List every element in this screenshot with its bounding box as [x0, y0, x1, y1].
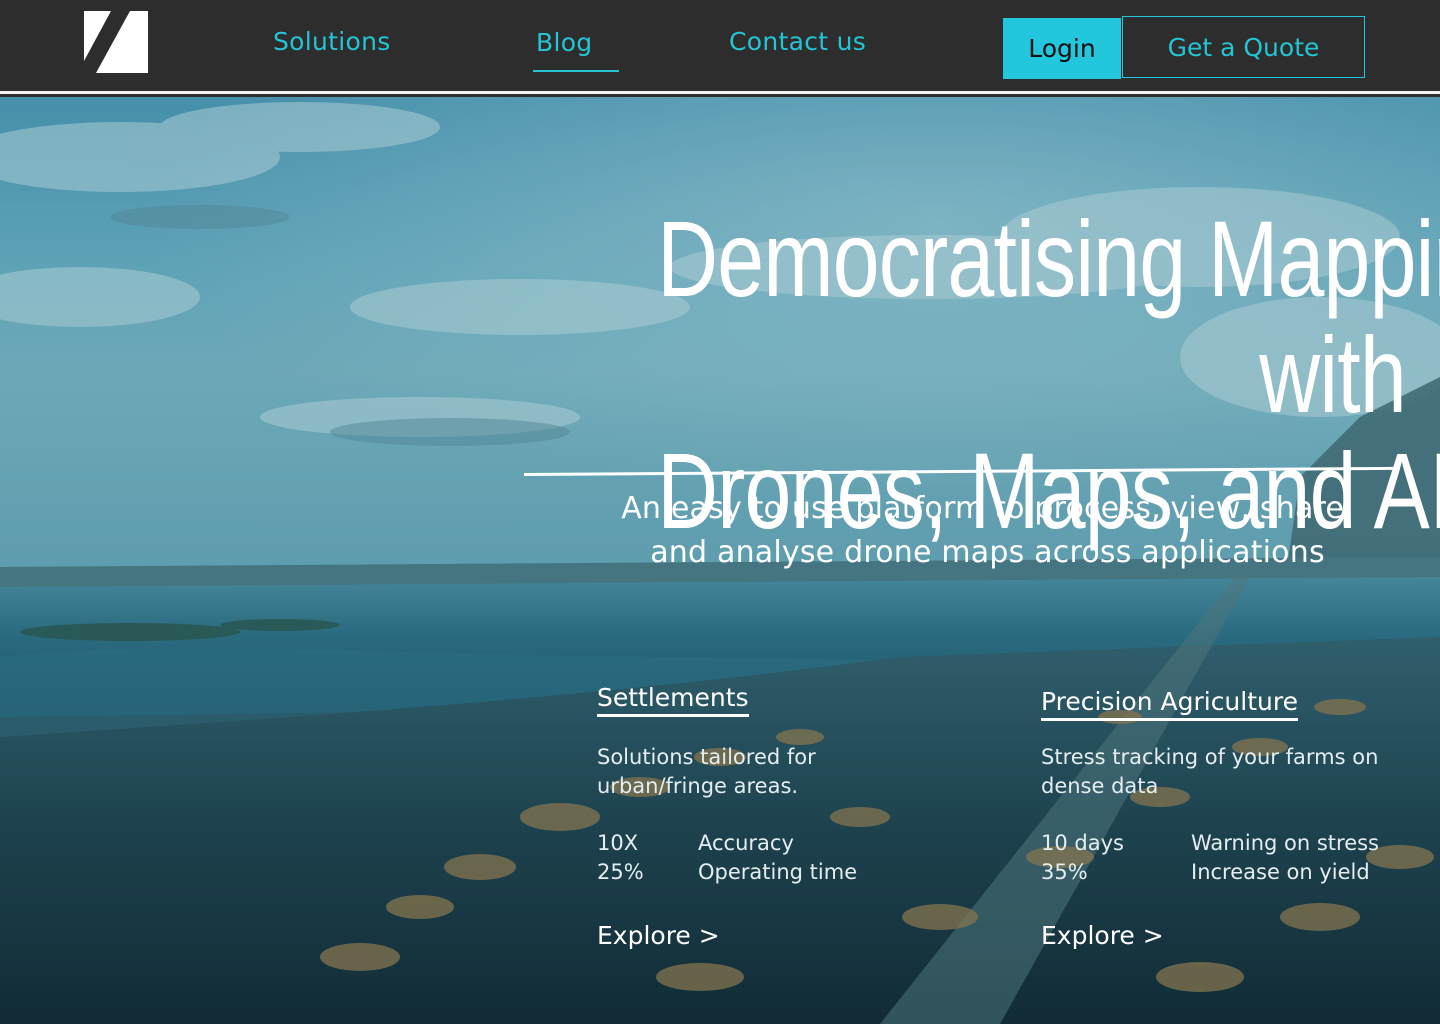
stat-label: Increase on yield — [1191, 860, 1370, 884]
card-stats: 10X Accuracy 25% Operating time — [597, 829, 1017, 887]
stat-value: 35% — [1041, 860, 1088, 884]
headline-line-2: with — [1259, 314, 1406, 436]
explore-link-settlements[interactable]: Explore > — [597, 921, 1017, 950]
card-description: Stress tracking of your farms on dense d… — [1041, 743, 1440, 801]
stat-label: Operating time — [698, 860, 858, 884]
nav-link-solutions[interactable]: Solutions — [273, 27, 391, 56]
stat-label: Accuracy — [698, 831, 794, 855]
logo-icon[interactable] — [84, 11, 148, 73]
subtitle-line-2: and analyse drone maps across applicatio… — [650, 535, 1325, 570]
solution-card-precision-agriculture: Precision Agriculture Stress tracking of… — [1041, 687, 1440, 950]
headline-line-1: Democratising Mapping — [657, 198, 1440, 320]
hero-subtitle: An easy to use platform to process, view… — [540, 487, 1435, 575]
stat-value: 10 days — [1041, 831, 1124, 855]
nav-link-blog[interactable]: Blog — [536, 28, 592, 57]
card-description-line: dense data — [1041, 774, 1159, 798]
card-description: Solutions tailored for urban/fringe area… — [597, 743, 1017, 801]
solution-card-settlements: Settlements Solutions tailored for urban… — [597, 683, 1017, 950]
login-button[interactable]: Login — [1003, 18, 1121, 79]
card-stats: 10 days Warning on stress 35% Increase o… — [1041, 829, 1440, 887]
card-description-line: Solutions tailored for — [597, 745, 816, 769]
stat-label: Warning on stress — [1191, 831, 1379, 855]
stat-row: 10X Accuracy — [597, 829, 1017, 858]
nav-active-indicator — [533, 70, 619, 72]
card-description-line: Stress tracking of your farms on — [1041, 745, 1379, 769]
card-description-line: urban/fringe areas. — [597, 774, 799, 798]
get-a-quote-button[interactable]: Get a Quote — [1122, 16, 1365, 78]
stat-value: 25% — [597, 860, 644, 884]
hero-section: Democratising Mapping with Drones, Maps,… — [0, 97, 1440, 1024]
stat-row: 25% Operating time — [597, 858, 1017, 887]
card-title-precision-agriculture[interactable]: Precision Agriculture — [1041, 687, 1298, 721]
subtitle-line-1: An easy to use platform to process, view… — [621, 491, 1354, 526]
stat-row: 35% Increase on yield — [1041, 858, 1440, 887]
stat-row: 10 days Warning on stress — [1041, 829, 1440, 858]
explore-link-precision-agriculture[interactable]: Explore > — [1041, 921, 1440, 950]
stat-value: 10X — [597, 831, 639, 855]
top-navbar: Solutions Blog Contact us Login Get a Qu… — [0, 0, 1440, 94]
nav-link-contact-us[interactable]: Contact us — [729, 27, 866, 56]
card-title-settlements[interactable]: Settlements — [597, 683, 749, 717]
